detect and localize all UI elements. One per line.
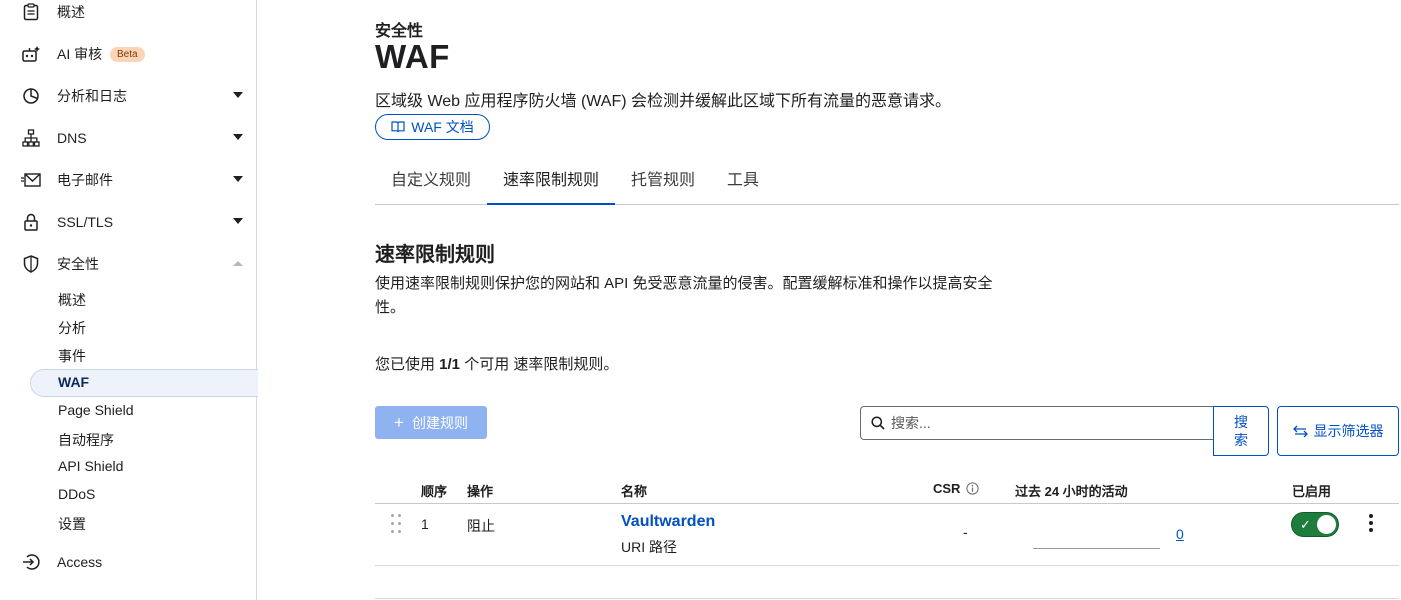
sidebar-item-email[interactable]: 电子邮件: [0, 161, 257, 199]
create-rule-label: 创建规则: [411, 414, 468, 431]
more-options-icon[interactable]: [1364, 514, 1378, 536]
column-header-enabled: 已启用: [1292, 484, 1332, 499]
usage-text: 您已使用 1/1 个可用 速率限制规则。: [375, 353, 618, 374]
table-row-divider: [375, 565, 1399, 566]
beta-badge: Beta: [110, 46, 145, 62]
sidebar-item-label: 安全性: [57, 256, 99, 272]
sidebar-item-label: SSL/TLS: [57, 214, 114, 230]
sidebar-subitem-analytics[interactable]: 分析: [58, 318, 86, 338]
rule-subtitle: URI 路径: [621, 539, 677, 555]
sidebar-subitem-settings[interactable]: 设置: [58, 514, 86, 534]
usage-prefix: 您已使用: [375, 356, 440, 373]
sidebar-item-dns[interactable]: DNS: [0, 119, 257, 157]
sidebar-item-label: 电子邮件: [57, 172, 113, 188]
section-description: 使用速率限制规则保护您的网站和 API 免受恶意流量的侵害。配置缓解标准和操作以…: [375, 275, 993, 316]
shield-icon: [20, 253, 42, 275]
waf-docs-button[interactable]: WAF 文档: [375, 114, 490, 140]
sidebar-subitem-bots[interactable]: 自动程序: [58, 430, 114, 450]
tab-tools[interactable]: 工具: [711, 160, 775, 205]
plus-icon: +: [394, 412, 404, 432]
sidebar-item-label: DNS: [57, 130, 87, 146]
chevron-down-icon: [233, 176, 243, 182]
sidebar-item-label: Access: [57, 554, 103, 570]
search-button[interactable]: 搜索: [1213, 406, 1269, 456]
sidebar-item-access[interactable]: Access: [0, 543, 257, 581]
column-header-activity: 过去 24 小时的活动: [1015, 484, 1128, 499]
rule-order: 1: [421, 516, 429, 532]
sidebar-item-overview[interactable]: 概述: [0, 0, 257, 31]
table-bottom-divider: [375, 598, 1399, 599]
sidebar-item-analytics[interactable]: 分析和日志: [0, 77, 257, 115]
rule-name-link[interactable]: Vaultwarden: [621, 513, 715, 531]
sidebar-item-ai-audit[interactable]: AI 审核 Beta: [0, 35, 257, 73]
chevron-down-icon: [233, 92, 243, 98]
drag-handle-icon[interactable]: [389, 513, 403, 535]
sidebar-subitem-overview[interactable]: 概述: [58, 290, 86, 310]
sidebar-subitem-events[interactable]: 事件: [58, 346, 86, 366]
column-header-csr: CSR: [933, 481, 979, 496]
swap-arrows-icon: [1292, 425, 1308, 437]
create-rule-button[interactable]: + 创建规则: [375, 406, 487, 439]
table-header-divider: [375, 503, 1399, 504]
tab-rate-limiting-rules[interactable]: 速率限制规则: [487, 160, 616, 205]
pie-chart-icon: [20, 85, 42, 107]
column-header-action[interactable]: 操作: [467, 481, 493, 500]
activity-count-link[interactable]: 0: [1176, 526, 1184, 542]
sidebar-item-security[interactable]: 安全性: [0, 245, 257, 283]
chevron-down-icon: [233, 218, 243, 224]
robot-icon: [20, 43, 42, 65]
lock-icon: [20, 211, 42, 233]
sidebar-subitem-ddos[interactable]: DDoS: [58, 486, 95, 502]
sidebar-subitem-waf[interactable]: WAF: [58, 374, 89, 390]
sidebar-subitem-api-shield[interactable]: API Shield: [58, 458, 123, 474]
tab-custom-rules[interactable]: 自定义规则: [375, 160, 487, 205]
clipboard-icon: [20, 1, 42, 23]
page-title: WAF: [375, 38, 450, 75]
show-filters-button[interactable]: 显示筛选器: [1277, 406, 1399, 456]
chevron-up-icon: [233, 261, 243, 266]
search-box: [860, 406, 1215, 440]
info-icon[interactable]: [966, 482, 979, 495]
chevron-down-icon: [233, 134, 243, 140]
search-input[interactable]: [891, 415, 1191, 431]
sidebar: 概述 AI 审核 Beta 分析和日志 DNS 电子邮件 SSL/TLS 安全性…: [0, 0, 258, 600]
column-header-name[interactable]: 名称: [621, 481, 647, 500]
sidebar-subitem-page-shield[interactable]: Page Shield: [58, 402, 134, 418]
show-filters-label: 显示筛选器: [1313, 423, 1384, 439]
rule-enabled-toggle[interactable]: ✓: [1291, 512, 1339, 537]
tab-managed-rules[interactable]: 托管规则: [615, 160, 711, 205]
toggle-knob: [1317, 515, 1336, 534]
search-icon: [871, 416, 885, 430]
checkmark-icon: ✓: [1300, 517, 1311, 532]
rule-action: 阻止: [467, 518, 495, 534]
login-icon: [20, 551, 42, 573]
sidebar-item-label: AI 审核: [57, 46, 103, 62]
section-title: 速率限制规则: [375, 244, 495, 266]
usage-count: 1/1: [439, 356, 461, 373]
sidebar-item-label: 分析和日志: [57, 88, 127, 104]
sidebar-item-ssl-tls[interactable]: SSL/TLS: [0, 203, 257, 241]
network-icon: [20, 127, 42, 149]
activity-sparkline: [1033, 548, 1160, 549]
waf-docs-label: WAF 文档: [411, 119, 474, 135]
tab-bar: 自定义规则 速率限制规则 托管规则 工具: [375, 160, 1399, 205]
rule-csr: -: [963, 524, 968, 540]
email-icon: [20, 169, 42, 191]
book-icon: [391, 121, 405, 133]
csr-label: CSR: [933, 481, 961, 496]
sidebar-item-label: 概述: [57, 4, 85, 20]
page-description: 区域级 Web 应用程序防火墙 (WAF) 会检测并缓解此区域下所有流量的恶意请…: [375, 93, 952, 110]
usage-suffix: 个可用 速率限制规则。: [460, 356, 619, 373]
column-header-order[interactable]: 顺序: [421, 481, 447, 500]
